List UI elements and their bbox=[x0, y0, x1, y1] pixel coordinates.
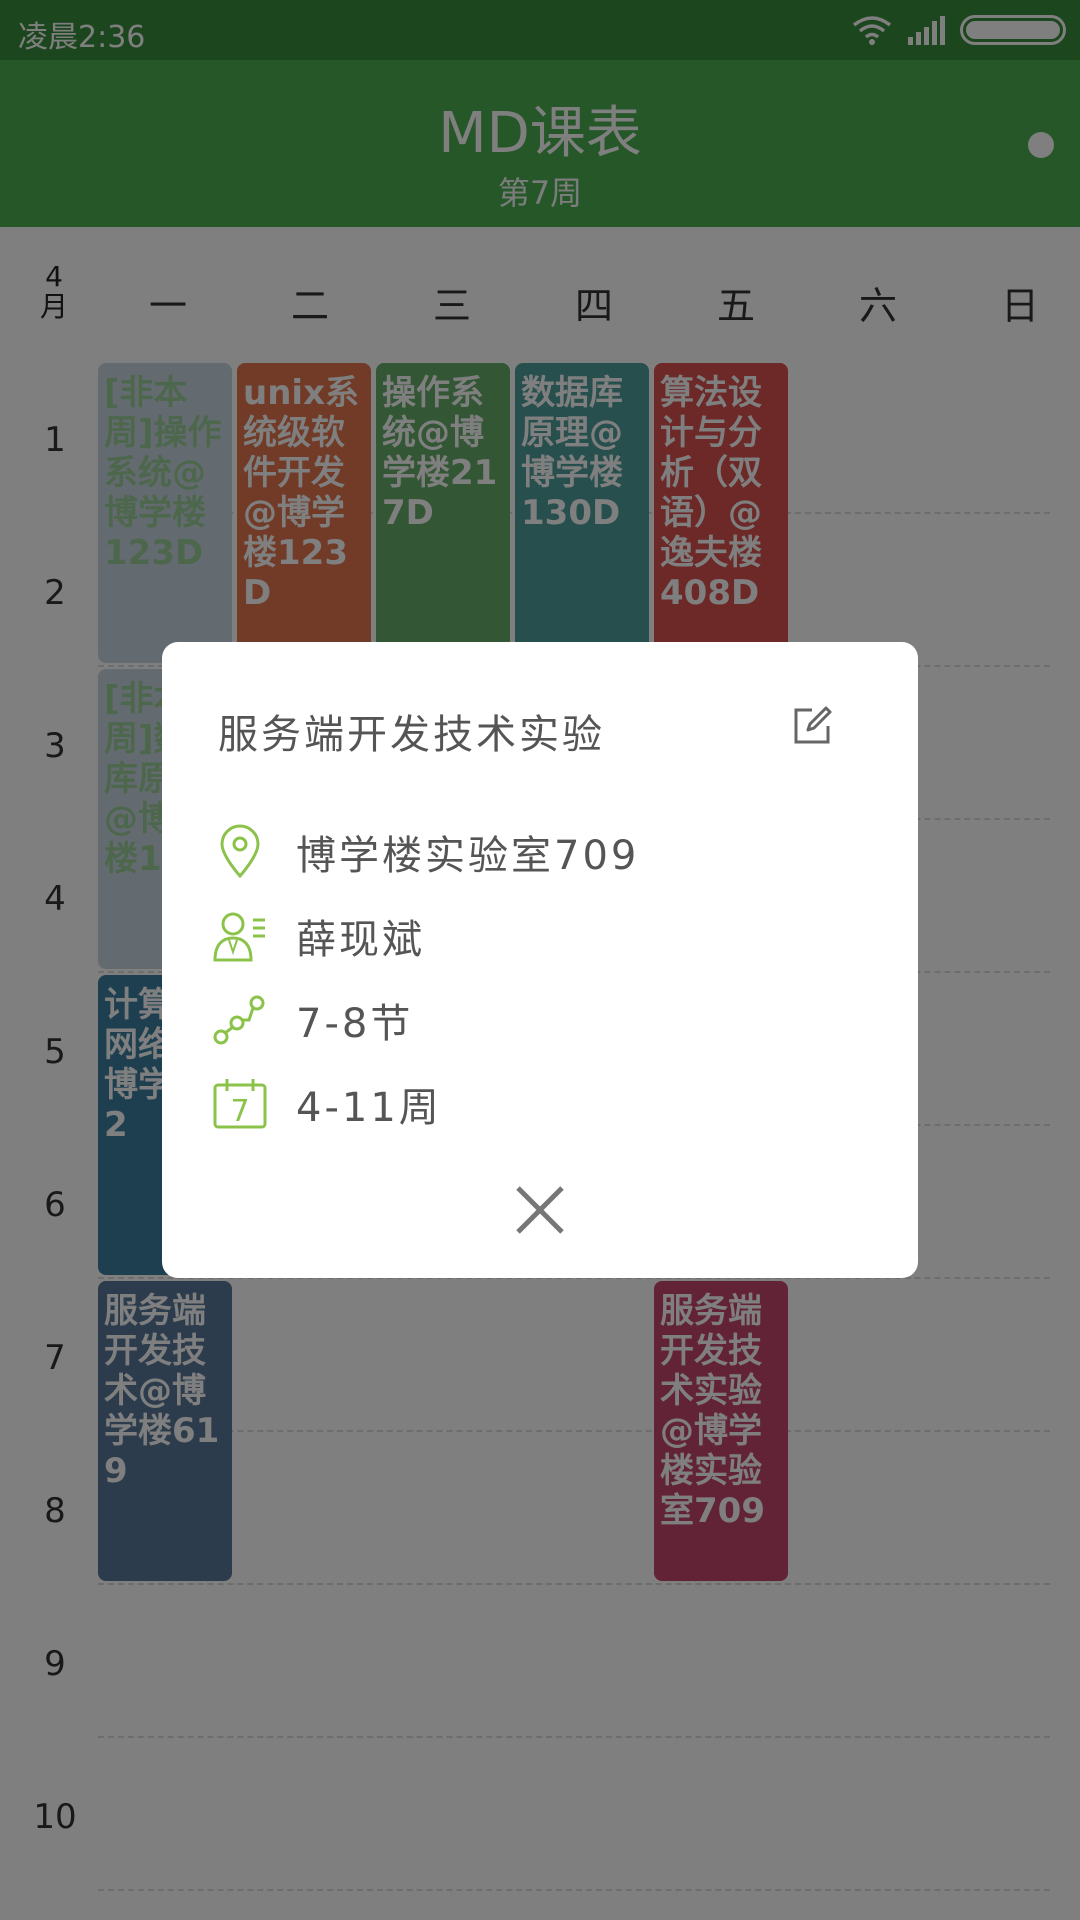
sections-icon bbox=[212, 992, 268, 1048]
teacher-icon bbox=[212, 908, 268, 964]
teacher-text: 薛现斌 bbox=[296, 917, 425, 963]
sections-row: 7-8节 bbox=[212, 992, 413, 1048]
teacher-row: 薛现斌 bbox=[212, 908, 425, 964]
svg-text:7: 7 bbox=[230, 1094, 249, 1129]
location-pin-icon bbox=[212, 824, 268, 880]
close-icon[interactable] bbox=[512, 1182, 568, 1238]
weeks-row: 7 4-11周 bbox=[212, 1076, 442, 1132]
weeks-text: 4-11周 bbox=[296, 1085, 442, 1131]
calendar-icon: 7 bbox=[212, 1076, 268, 1132]
location-row: 博学楼实验室709 bbox=[212, 824, 639, 880]
course-detail-dialog: 服务端开发技术实验 博学楼实验室709 薛现斌 7-8节 7 4-11周 bbox=[162, 642, 918, 1278]
dialog-title: 服务端开发技术实验 bbox=[218, 712, 605, 758]
location-text: 博学楼实验室709 bbox=[296, 833, 640, 879]
edit-icon[interactable] bbox=[788, 702, 836, 750]
sections-text: 7-8节 bbox=[296, 1001, 414, 1047]
